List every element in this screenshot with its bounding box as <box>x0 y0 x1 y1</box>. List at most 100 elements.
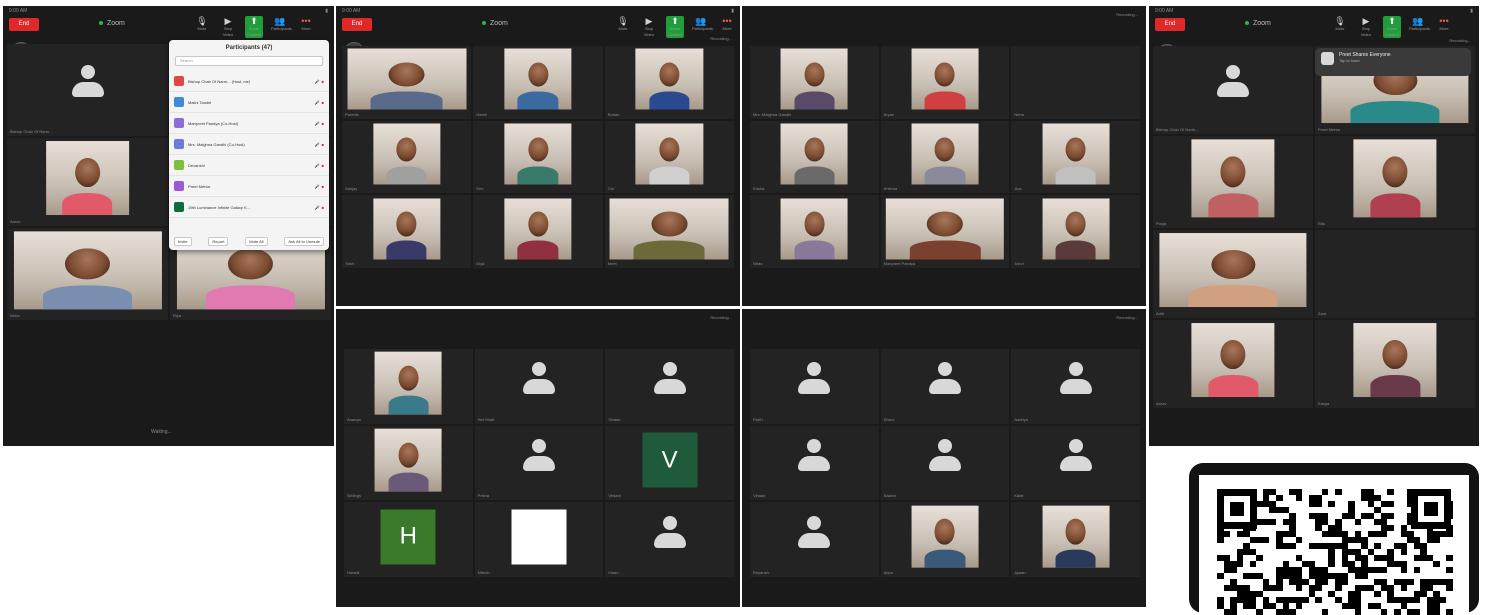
video-tile[interactable]: Kiaan <box>605 502 734 577</box>
status-time: 9:00 AM <box>342 8 361 14</box>
video-tile[interactable]: Meet <box>604 195 734 268</box>
video-tile[interactable]: Parth <box>750 349 879 424</box>
screenshot-2: 9:00 AM ▮ End Zoom 🎙 Mute ▶ Stop Video ⬆ Share… <box>336 6 740 306</box>
battery-icon: ▮ <box>325 8 328 14</box>
participant-name-label: Tanvi <box>1014 260 1024 266</box>
video-tile[interactable]: Aarav <box>7 138 168 226</box>
video-tile[interactable]: Nirav <box>750 195 879 268</box>
video-icon[interactable]: ▶ Stop Video <box>1357 16 1375 38</box>
video-tile[interactable]: Aadhya <box>1011 349 1140 424</box>
mic-icon[interactable]: 🎙 Mute <box>1331 16 1349 38</box>
end-button[interactable]: End <box>1155 18 1185 31</box>
qr-finder-top-left <box>1217 489 1257 529</box>
video-tile[interactable]: Prisha <box>474 425 604 501</box>
video-tile[interactable]: Krisha <box>750 120 879 194</box>
video-tile[interactable]: Krishna <box>880 120 1010 194</box>
participants-invite-button[interactable]: Invite <box>174 237 192 246</box>
video-tile[interactable]: Om <box>604 120 734 194</box>
video-tile[interactable]: Sanjay <box>342 120 472 194</box>
video-tile[interactable]: Siblings <box>344 425 473 501</box>
mic-muted-icon: 🎤 <box>314 141 320 147</box>
video-tile[interactable]: Vivaan <box>605 349 734 424</box>
video-tile[interactable]: Vihaan <box>750 425 879 501</box>
participant-row[interactable]: Mrs. Malghna Gandhi (Co-Host) 🎤 ■ <box>169 134 329 155</box>
video-tile[interactable]: Harsh <box>473 46 603 119</box>
participants-icon[interactable]: 👥 Participants <box>271 16 292 38</box>
participant-row[interactable]: 19th Luminance Infinite Galaxy K... 🎤 ■ <box>169 197 329 218</box>
video-tile[interactable]: Parents <box>342 46 472 119</box>
video-tile[interactable]: V Vedant <box>605 425 734 501</box>
video-tile[interactable]: Dhruv <box>880 349 1010 424</box>
participants-search-input[interactable]: Search <box>175 56 323 66</box>
participant-row[interactable]: Bishop Chair Of Narm... (Host, me) 🎤 ■ <box>169 71 329 92</box>
share-icon[interactable]: ⬆ Share Content <box>245 16 263 38</box>
toolbar-label: Mute <box>618 26 628 31</box>
more-icon[interactable]: ••• More <box>297 16 315 38</box>
video-tile[interactable]: Saanvi <box>880 425 1010 501</box>
participants-title: Participants (47) <box>225 45 273 51</box>
participant-name-label: Harsh <box>476 111 487 117</box>
person-body <box>924 91 966 110</box>
video-tile[interactable]: Aarav <box>1153 320 1313 408</box>
notification-toast[interactable]: Preet Shares Everyone Tap to bash <box>1315 48 1471 76</box>
more-icon[interactable]: ••• More <box>1435 16 1453 38</box>
video-tile[interactable]: Ayaan <box>1011 502 1140 577</box>
person-body <box>1055 549 1096 569</box>
video-tile[interactable]: Jiya <box>1011 120 1140 194</box>
default-avatar-icon <box>522 362 555 398</box>
participant-avatar <box>174 202 184 212</box>
participant-row[interactable]: Manpreet Pandya (Co-Host) 🎤 ■ <box>169 113 329 134</box>
share-icon[interactable]: ⬆ Share Content <box>666 16 684 38</box>
participants-report-button[interactable]: Report <box>208 237 229 246</box>
video-tile[interactable]: Kavya <box>1315 320 1475 408</box>
video-tile[interactable]: Mitesh <box>474 502 604 577</box>
share-icon[interactable]: ⬆ Share Content <box>1383 16 1401 38</box>
person-body <box>517 91 559 110</box>
end-button[interactable]: End <box>9 18 39 31</box>
participants-ask-all-to-unmute-button[interactable]: Ask All to Unmute <box>284 237 324 246</box>
video-tile[interactable]: Pooja <box>1153 136 1313 228</box>
participant-row[interactable]: Malini Tandel 🎤 ■ <box>169 92 329 113</box>
participant-video <box>780 123 848 185</box>
more-icon[interactable]: ••• More <box>718 16 736 38</box>
video-tile[interactable]: Mrs. Malghna Gandhi <box>750 46 879 119</box>
zoom-label[interactable]: Zoom <box>99 20 125 27</box>
video-tile[interactable]: Aryan <box>880 46 1010 119</box>
video-tile[interactable]: Ritu <box>1315 136 1475 228</box>
video-tile[interactable]: Kabir <box>1011 425 1140 501</box>
participant-row[interactable]: Devanshi 🎤 ■ <box>169 155 329 176</box>
video-tile[interactable]: Manpreet Pandya <box>880 195 1010 268</box>
video-tile[interactable]: Rohan <box>604 46 734 119</box>
video-tile[interactable]: Ishita <box>7 228 168 320</box>
screenshot-6: 9:00 AM ▮ End Zoom 🎙 Mute ▶ Stop Video ⬆ Share… <box>1149 6 1479 446</box>
video-tile[interactable]: Zara <box>1315 230 1475 318</box>
participants-mute-all-button[interactable]: Mute All <box>245 237 268 246</box>
video-tile[interactable]: Tanvi <box>1011 195 1140 268</box>
participants-icon[interactable]: 👥 Participants <box>1409 16 1430 38</box>
video-tile[interactable]: Neha <box>1011 46 1140 119</box>
person-head <box>934 62 955 87</box>
video-tile[interactable]: Arjun <box>880 502 1010 577</box>
mic-icon[interactable]: 🎙 Mute <box>193 16 211 38</box>
participant-row[interactable]: Preet Mehta 🎤 ■ <box>169 176 329 197</box>
person-body <box>924 166 966 185</box>
video-tile[interactable]: Yash <box>342 195 472 268</box>
participant-name-label: Kiaan <box>608 569 619 575</box>
video-tile[interactable]: Aditi <box>1153 230 1313 318</box>
video-tile[interactable]: Bishop Chair Of Narm... <box>7 44 168 136</box>
end-button[interactable]: End <box>342 18 372 31</box>
video-tile[interactable]: Dev <box>473 120 603 194</box>
participants-icon[interactable]: 👥 Participants <box>692 16 713 38</box>
video-tile[interactable]: Ananya <box>344 349 473 424</box>
video-tile[interactable]: H Harshil <box>344 502 473 577</box>
zoom-label[interactable]: Zoom <box>1245 20 1271 27</box>
video-tile[interactable]: Bishop Chair Of Narm... <box>1153 46 1313 134</box>
video-icon[interactable]: ▶ Stop Video <box>640 16 658 38</box>
zoom-label[interactable]: Zoom <box>482 20 508 27</box>
mic-icon[interactable]: 🎙 Mute <box>614 16 632 38</box>
video-tile[interactable]: Reyansh <box>750 502 879 577</box>
video-tile[interactable]: Diya <box>473 195 603 268</box>
person-body <box>1208 375 1258 398</box>
video-tile[interactable]: Het Shah <box>474 349 604 424</box>
video-icon[interactable]: ▶ Stop Video <box>219 16 237 38</box>
